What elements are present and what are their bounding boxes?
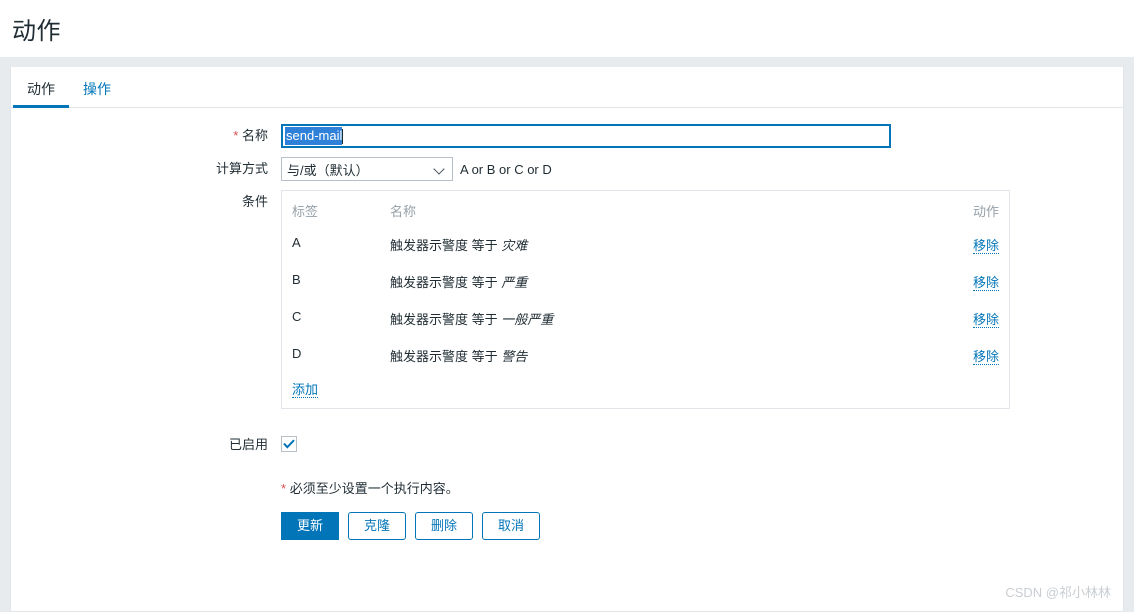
condition-name: 触发器示警度 等于 一般严重 <box>390 303 939 340</box>
condition-action-cell: 移除 <box>939 340 999 377</box>
tab-action[interactable]: 动作 <box>13 81 69 107</box>
form-row-enabled: 已启用 <box>11 433 1123 457</box>
condition-value: 警告 <box>501 349 527 364</box>
name-required-mark: * <box>233 128 238 143</box>
update-button[interactable]: 更新 <box>281 512 339 540</box>
condition-name: 触发器示警度 等于 灾难 <box>390 229 939 266</box>
tab-bar: 动作 操作 <box>11 67 1123 108</box>
condition-name: 触发器示警度 等于 严重 <box>390 266 939 303</box>
condition-action-cell: 移除 <box>939 266 999 303</box>
calculation-formula: A or B or C or D <box>460 162 552 177</box>
chevron-down-icon <box>434 163 446 175</box>
cancel-button[interactable]: 取消 <box>482 512 540 540</box>
condition-label: A <box>292 229 390 266</box>
condition-name: 触发器示警度 等于 警告 <box>390 340 939 377</box>
conditions-table-head: 标签 名称 动作 <box>292 198 999 229</box>
form-row-buttons: 更新 克隆 删除 取消 <box>11 497 1123 540</box>
condition-label: B <box>292 266 390 303</box>
enabled-field-wrap <box>281 433 1123 452</box>
conditions-header-action: 动作 <box>939 198 999 229</box>
form-row-conditions: 条件 标签 名称 动作 <box>11 190 1123 409</box>
remove-condition-link[interactable]: 移除 <box>973 312 999 328</box>
action-panel: 动作 操作 * 名称 send-mail <box>10 67 1124 612</box>
conditions-box: 标签 名称 动作 A 触发器示警度 等于 灾难 <box>281 190 1010 409</box>
note-text: 必须至少设置一个执行内容。 <box>290 481 459 496</box>
page-header: 动作 <box>0 0 1134 57</box>
page-body: 动作 操作 * 名称 send-mail <box>0 57 1134 612</box>
calculation-select-value: 与/或（默认） <box>287 160 369 179</box>
action-form: * 名称 send-mail 计算方式 与/或（默认） A or <box>11 108 1123 540</box>
condition-value: 严重 <box>501 275 527 290</box>
buttons-field-wrap: 更新 克隆 删除 取消 <box>281 497 1123 540</box>
required-note: * 必须至少设置一个执行内容。 <box>281 478 1123 497</box>
table-row: B 触发器示警度 等于 严重 移除 <box>292 266 999 303</box>
condition-expression: 触发器示警度 等于 <box>390 312 498 327</box>
condition-value: 一般严重 <box>501 312 553 327</box>
button-row: 更新 克隆 删除 取消 <box>281 512 1123 540</box>
remove-condition-link[interactable]: 移除 <box>973 238 999 254</box>
conditions-table-body: A 触发器示警度 等于 灾难 移除 <box>292 229 999 377</box>
remove-condition-link[interactable]: 移除 <box>973 349 999 365</box>
name-input[interactable]: send-mail <box>281 124 891 148</box>
page-title: 动作 <box>12 11 61 46</box>
calculation-select[interactable]: 与/或（默认） <box>281 157 453 181</box>
table-row: D 触发器示警度 等于 警告 移除 <box>292 340 999 377</box>
check-icon <box>283 439 295 449</box>
table-row: A 触发器示警度 等于 灾难 移除 <box>292 229 999 266</box>
conditions-label: 条件 <box>11 190 281 214</box>
add-condition-link[interactable]: 添加 <box>292 382 318 398</box>
calculation-label: 计算方式 <box>11 157 281 181</box>
add-condition-wrap: 添加 <box>292 377 999 398</box>
name-label-text: 名称 <box>242 128 268 143</box>
note-spacer <box>11 478 281 497</box>
name-label: * 名称 <box>11 124 281 148</box>
conditions-field-wrap: 标签 名称 动作 A 触发器示警度 等于 灾难 <box>281 190 1123 409</box>
tab-action-label: 动作 <box>27 81 55 97</box>
conditions-header-row: 标签 名称 动作 <box>292 198 999 229</box>
tab-operations[interactable]: 操作 <box>69 81 125 107</box>
tab-operations-label: 操作 <box>83 81 111 97</box>
condition-label: C <box>292 303 390 340</box>
note-required-mark: * <box>281 481 286 496</box>
enabled-label: 已启用 <box>11 433 281 457</box>
enabled-checkbox[interactable] <box>281 436 297 452</box>
table-row: C 触发器示警度 等于 一般严重 移除 <box>292 303 999 340</box>
form-row-note: * 必须至少设置一个执行内容。 <box>11 478 1123 497</box>
condition-action-cell: 移除 <box>939 303 999 340</box>
watermark: CSDN @祁小林林 <box>1005 582 1111 601</box>
condition-value: 灾难 <box>501 238 527 253</box>
clone-button[interactable]: 克隆 <box>348 512 406 540</box>
form-row-calculation: 计算方式 与/或（默认） A or B or C or D <box>11 157 1123 181</box>
delete-button[interactable]: 删除 <box>415 512 473 540</box>
text-caret <box>342 129 343 144</box>
name-field-wrap: send-mail <box>281 124 1123 148</box>
condition-expression: 触发器示警度 等于 <box>390 349 498 364</box>
calculation-field-wrap: 与/或（默认） A or B or C or D <box>281 157 1123 181</box>
condition-action-cell: 移除 <box>939 229 999 266</box>
form-row-name: * 名称 send-mail <box>11 124 1123 148</box>
condition-label: D <box>292 340 390 377</box>
buttons-spacer <box>11 497 281 540</box>
conditions-header-name: 名称 <box>390 198 939 229</box>
remove-condition-link[interactable]: 移除 <box>973 275 999 291</box>
condition-expression: 触发器示警度 等于 <box>390 275 498 290</box>
conditions-table: 标签 名称 动作 A 触发器示警度 等于 灾难 <box>292 198 999 377</box>
conditions-header-label: 标签 <box>292 198 390 229</box>
name-input-value: send-mail <box>285 127 342 145</box>
condition-expression: 触发器示警度 等于 <box>390 238 498 253</box>
